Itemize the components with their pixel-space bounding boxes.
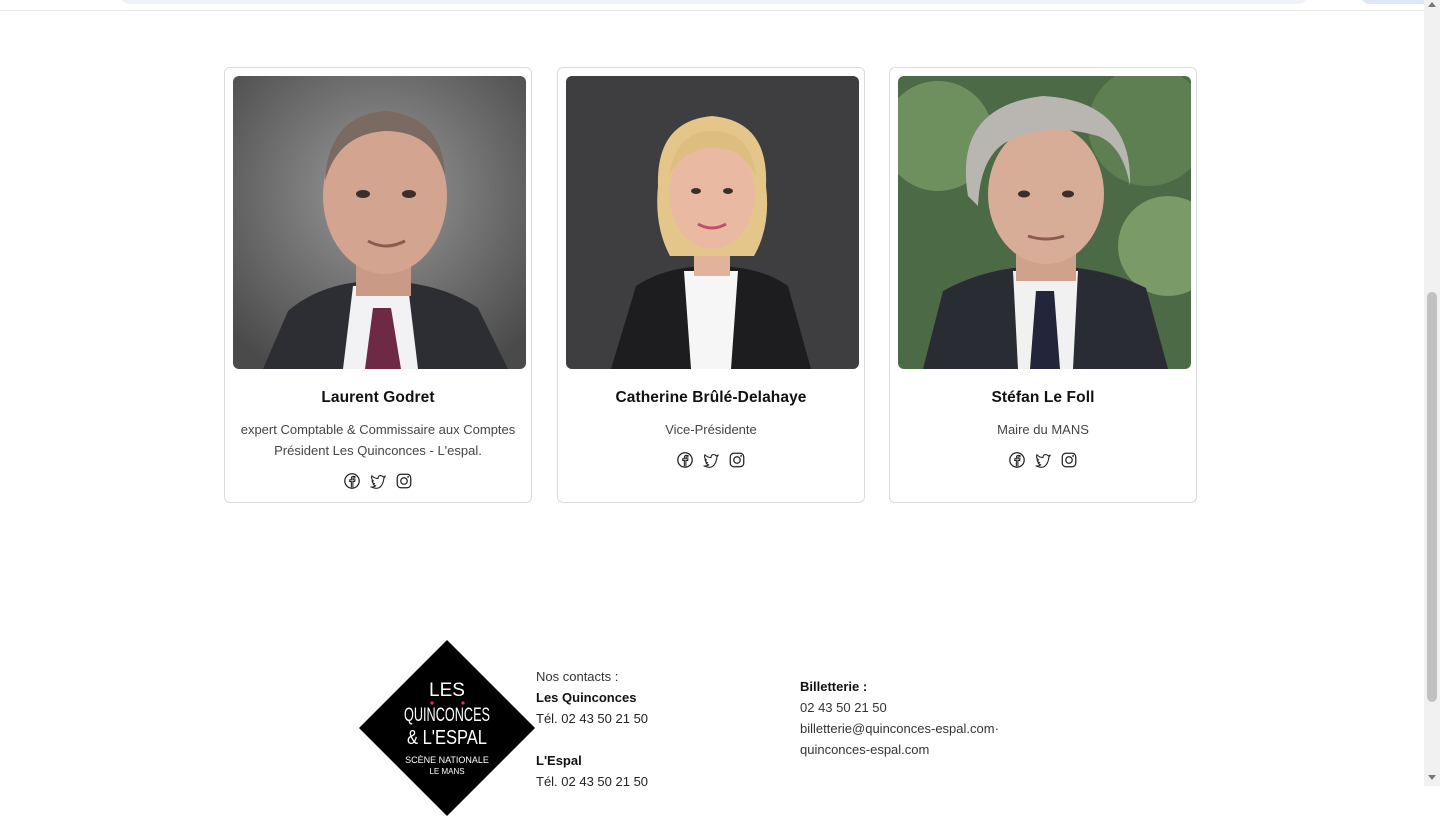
member-name: Laurent Godret [321,389,435,406]
member-card-catherine-brule-delahaye: Catherine Brûlé-Delahaye Vice-Présidente [557,67,865,503]
member-name: Stéfan Le Foll [991,389,1095,406]
phone-espal[interactable]: Tél. 02 43 50 21 50 [536,771,648,792]
logo-text-espal: & L'ESPAL [407,727,487,749]
separator-dot: · [994,721,999,736]
instagram-icon[interactable] [1060,451,1078,469]
social-links [890,451,1196,469]
logo-text-scene-nationale: SCÈNE NATIONALE [405,755,489,765]
instagram-icon[interactable] [728,451,746,469]
facebook-icon[interactable] [1008,451,1026,469]
contacts-label: Nos contacts : [536,669,619,684]
scroll-down-arrow-icon[interactable] [1428,775,1436,780]
social-links [558,451,864,469]
scroll-up-arrow-icon[interactable] [1428,2,1436,7]
scrollbar-thumb[interactable] [1427,292,1437,702]
billetterie-email-link[interactable]: billetterie@quinconces-espal.com [800,721,995,736]
instagram-icon[interactable] [395,472,413,490]
twitter-icon[interactable] [702,451,720,469]
venue-name-espal: L'Espal [536,753,582,768]
member-photo [566,76,859,369]
header-button[interactable] [1360,0,1432,4]
member-photo [898,76,1191,369]
logo-text-le-mans: LE MANS [429,767,464,776]
venue-name-quinconces: Les Quinconces [536,690,637,705]
phone-quinconces[interactable]: Tél. 02 43 50 21 50 [536,708,648,729]
logo-text-quinconces: QUINCONCES [404,705,490,726]
footer-contacts: Nos contacts : Les Quinconces Tél. 02 43… [536,666,648,792]
member-card-laurent-godret: Laurent Godret expert Comptable & Commis… [224,67,532,503]
header-strip [0,0,1432,11]
social-links [225,472,531,490]
member-role: expert Comptable & Commissaire aux Compt… [233,419,523,461]
portrait-image [233,76,526,369]
website-link[interactable]: quinconces-espal.com [800,739,999,760]
member-role-line: Président Les Quinconces - L'espal. [274,443,482,458]
twitter-icon[interactable] [369,472,387,490]
logo-text-les: LES [429,680,465,701]
billetterie-phone[interactable]: 02 43 50 21 50 [800,697,999,718]
member-card-stefan-le-foll: Stéfan Le Foll Maire du MANS [889,67,1197,503]
facebook-icon[interactable] [676,451,694,469]
billetterie-label: Billetterie : [800,679,868,694]
member-name: Catherine Brûlé-Delahaye [615,389,807,406]
header-search-bar[interactable] [120,0,1308,4]
page-scrollbar[interactable] [1424,0,1440,786]
member-role-line: expert Comptable & Commissaire aux Compt… [240,422,516,437]
footer-billetterie: Billetterie : 02 43 50 21 50 billetterie… [800,676,999,760]
portrait-image [566,76,859,369]
member-role: Vice-Présidente [566,419,856,440]
twitter-icon[interactable] [1034,451,1052,469]
portrait-image [898,76,1191,369]
member-role-line: Vice-Présidente [665,422,757,437]
quinconces-espal-logo[interactable]: LES QUINCONCES & L'ESPAL SCÈNE NATIONALE… [359,640,535,816]
member-photo [233,76,526,369]
member-role: Maire du MANS [898,419,1188,440]
member-role-line: Maire du MANS [997,422,1089,437]
facebook-icon[interactable] [343,472,361,490]
